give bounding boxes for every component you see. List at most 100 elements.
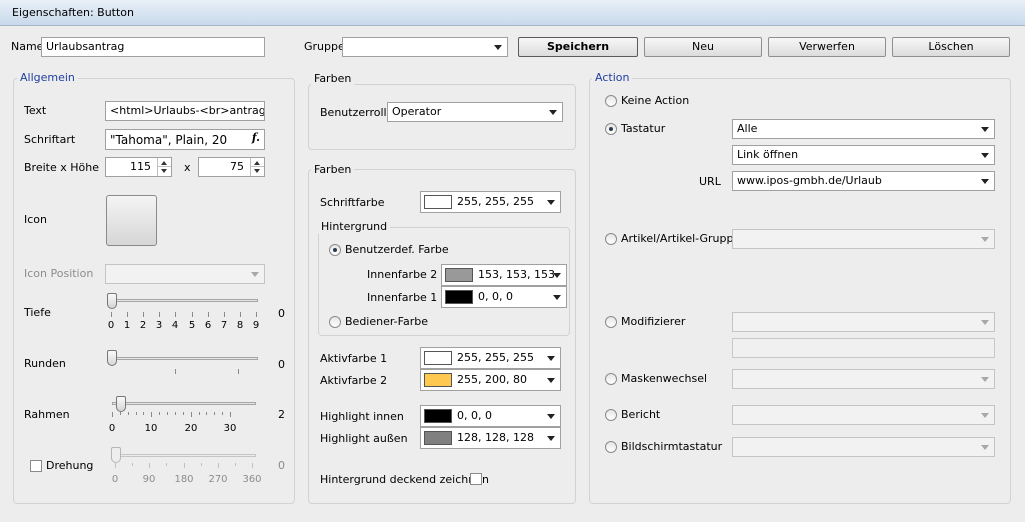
mask-radio[interactable] xyxy=(605,373,617,385)
slider-tick xyxy=(184,463,185,468)
height-spinner[interactable]: 75 xyxy=(198,157,265,177)
slider-minor-tick xyxy=(201,463,202,466)
slider-minor-tick xyxy=(132,463,133,466)
slider-tick xyxy=(149,463,150,468)
schriftfarbe-select[interactable]: 255, 255, 255 xyxy=(420,191,561,213)
keyboard-radio[interactable] xyxy=(605,123,617,135)
report-select[interactable] xyxy=(732,405,995,425)
tiefe-label: Tiefe xyxy=(24,306,51,319)
aktiv2-select[interactable]: 255, 200, 80 xyxy=(420,369,561,391)
font-picker-icon[interactable]: f. xyxy=(252,131,260,145)
tiefe-slider-track[interactable] xyxy=(108,299,258,302)
new-button[interactable]: Neu xyxy=(644,37,762,57)
discard-button[interactable]: Verwerfen xyxy=(768,37,886,57)
slider-tick-label: 10 xyxy=(144,423,158,434)
report-radio[interactable] xyxy=(605,409,617,421)
inner1-value: 0, 0, 0 xyxy=(478,290,513,303)
chevron-down-icon xyxy=(553,295,561,300)
hl-outer-select[interactable]: 128, 128, 128 xyxy=(420,427,561,449)
aktiv1-select[interactable]: 255, 255, 255 xyxy=(420,347,561,369)
screenkb-radio[interactable] xyxy=(605,441,617,453)
text-input[interactable]: <html>Urlaubs-<br>antrag xyxy=(105,101,265,121)
chevron-down-icon xyxy=(981,237,989,242)
slider-tick xyxy=(115,463,116,468)
chevron-down-icon xyxy=(547,436,555,441)
inner2-value: 153, 153, 153 xyxy=(478,268,555,281)
gruppe-label: Gruppe xyxy=(304,40,345,53)
rahmen-slider-track[interactable] xyxy=(112,402,256,405)
runden-slider-track[interactable] xyxy=(108,357,258,360)
hl-inner-select[interactable]: 0, 0, 0 xyxy=(420,405,561,427)
operator-color-radio[interactable] xyxy=(329,316,341,328)
chevron-down-icon xyxy=(981,127,989,132)
drehung-slider-track[interactable] xyxy=(114,454,256,457)
rahmen-slider-thumb[interactable] xyxy=(116,396,126,412)
slider-tick xyxy=(151,412,152,417)
aktiv1-label: Aktivfarbe 1 xyxy=(320,352,388,365)
slider-tick-label: 9 xyxy=(252,320,260,331)
opaque-label: Hintergrund deckend zeichnen xyxy=(320,473,489,486)
drehung-slider-thumb[interactable] xyxy=(111,447,121,463)
slider-tick-label: 360 xyxy=(242,474,262,485)
icon-picker-button[interactable] xyxy=(106,195,157,246)
inner1-select[interactable]: 0, 0, 0 xyxy=(441,286,567,308)
slider-minor-tick xyxy=(235,463,236,466)
chevron-down-icon xyxy=(251,272,259,277)
modifier-select[interactable] xyxy=(732,312,995,332)
role-select-value: Operator xyxy=(392,105,442,118)
slider-minor-tick xyxy=(143,412,144,415)
screenkb-label: Bildschirmtastatur xyxy=(621,440,723,453)
runden-slider-thumb[interactable] xyxy=(107,350,117,366)
aktiv2-value: 255, 200, 80 xyxy=(457,373,527,386)
slider-tick xyxy=(192,312,193,317)
name-input[interactable]: Urlaubsantrag xyxy=(41,37,265,57)
screenkb-select[interactable] xyxy=(732,437,995,457)
slider-minor-tick xyxy=(222,412,223,415)
aktiv2-swatch xyxy=(424,373,452,387)
custom-color-label: Benutzerdef. Farbe xyxy=(345,243,449,256)
hl-inner-label: Highlight innen xyxy=(320,410,404,423)
custom-color-radio[interactable] xyxy=(329,244,341,256)
font-field[interactable]: "Tahoma", Plain, 20 f. xyxy=(105,129,265,150)
slider-tick xyxy=(159,312,160,317)
article-select[interactable] xyxy=(732,229,995,249)
icon-position-select[interactable] xyxy=(105,264,265,284)
slider-tick xyxy=(112,412,113,417)
drehung-value: 0 xyxy=(278,459,285,472)
link-select[interactable]: Link öffnen xyxy=(732,145,995,165)
text-label: Text xyxy=(24,104,47,117)
mask-select[interactable] xyxy=(732,369,995,389)
no-action-radio[interactable] xyxy=(605,95,617,107)
url-select[interactable]: www.ipos-gmbh.de/Urlaub xyxy=(732,171,995,191)
keyboard-select-value: Alle xyxy=(737,122,758,135)
height-spinner-arrows[interactable] xyxy=(250,158,264,176)
no-action-label: Keine Action xyxy=(621,94,690,107)
slider-minor-tick xyxy=(183,412,184,415)
farben-colors-group-title: Farben xyxy=(311,163,355,177)
slider-tick xyxy=(240,312,241,317)
aktiv1-value: 255, 255, 255 xyxy=(457,351,534,364)
report-label: Bericht xyxy=(621,408,661,421)
tiefe-slider-thumb[interactable] xyxy=(107,293,117,309)
width-spinner-arrows[interactable] xyxy=(157,158,171,176)
opaque-checkbox[interactable] xyxy=(470,473,482,485)
inner2-swatch xyxy=(445,268,473,282)
article-radio[interactable] xyxy=(605,233,617,245)
slider-tick xyxy=(111,312,112,317)
drehung-checkbox[interactable] xyxy=(30,460,42,472)
modifier-text-field[interactable] xyxy=(732,338,995,358)
slider-minor-tick xyxy=(166,463,167,466)
modifier-radio[interactable] xyxy=(605,316,617,328)
x-label: x xyxy=(184,161,191,174)
gruppe-select[interactable] xyxy=(342,37,508,57)
size-label: Breite x Höhe xyxy=(24,161,99,174)
mask-label: Maskenwechsel xyxy=(621,372,708,385)
keyboard-select[interactable]: Alle xyxy=(732,119,995,139)
role-select[interactable]: Operator xyxy=(387,102,563,122)
inner2-select[interactable]: 153, 153, 153 xyxy=(441,264,567,286)
width-spinner[interactable]: 115 xyxy=(105,157,172,177)
delete-button[interactable]: Löschen xyxy=(892,37,1010,57)
save-button[interactable]: Speichern xyxy=(518,37,638,57)
chevron-down-icon xyxy=(981,320,989,325)
role-label: Benutzerrolle xyxy=(320,106,394,119)
